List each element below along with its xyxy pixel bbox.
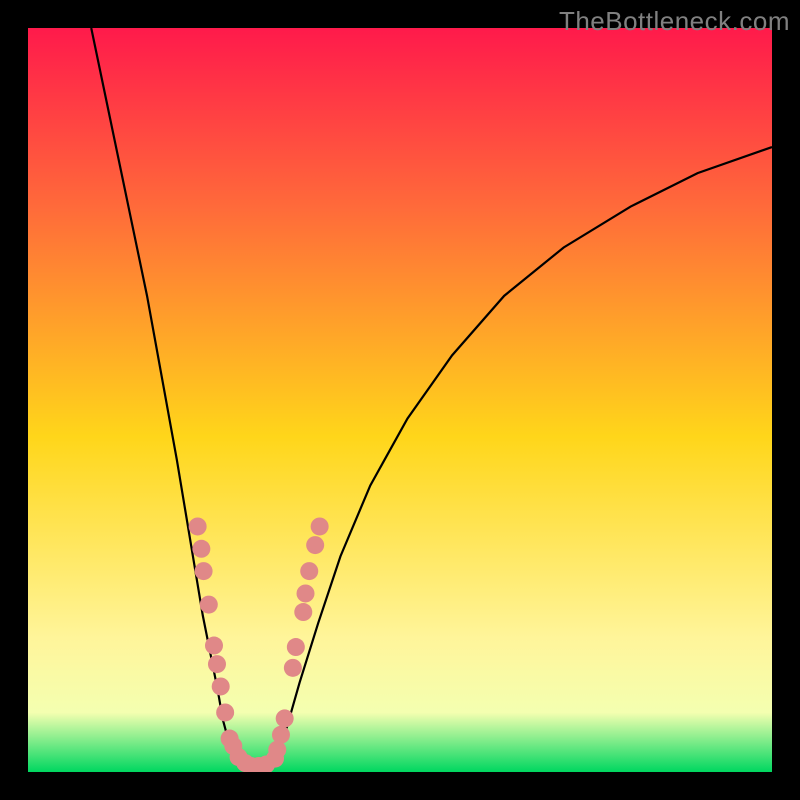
gradient-background xyxy=(28,28,772,772)
watermark-text: TheBottleneck.com xyxy=(559,6,790,37)
data-marker xyxy=(216,703,234,721)
data-marker xyxy=(300,562,318,580)
data-marker xyxy=(287,638,305,656)
data-marker xyxy=(208,655,226,673)
data-marker xyxy=(294,603,312,621)
data-marker xyxy=(205,637,223,655)
data-marker xyxy=(195,562,213,580)
data-marker xyxy=(192,540,210,558)
plot-area xyxy=(28,28,772,772)
data-marker xyxy=(284,659,302,677)
data-marker xyxy=(200,596,218,614)
data-marker xyxy=(306,536,324,554)
data-marker xyxy=(189,517,207,535)
data-marker xyxy=(276,709,294,727)
data-marker xyxy=(297,584,315,602)
data-marker xyxy=(212,677,230,695)
chart-outer-frame: TheBottleneck.com xyxy=(0,0,800,800)
data-marker xyxy=(272,726,290,744)
chart-svg xyxy=(28,28,772,772)
data-marker xyxy=(311,517,329,535)
